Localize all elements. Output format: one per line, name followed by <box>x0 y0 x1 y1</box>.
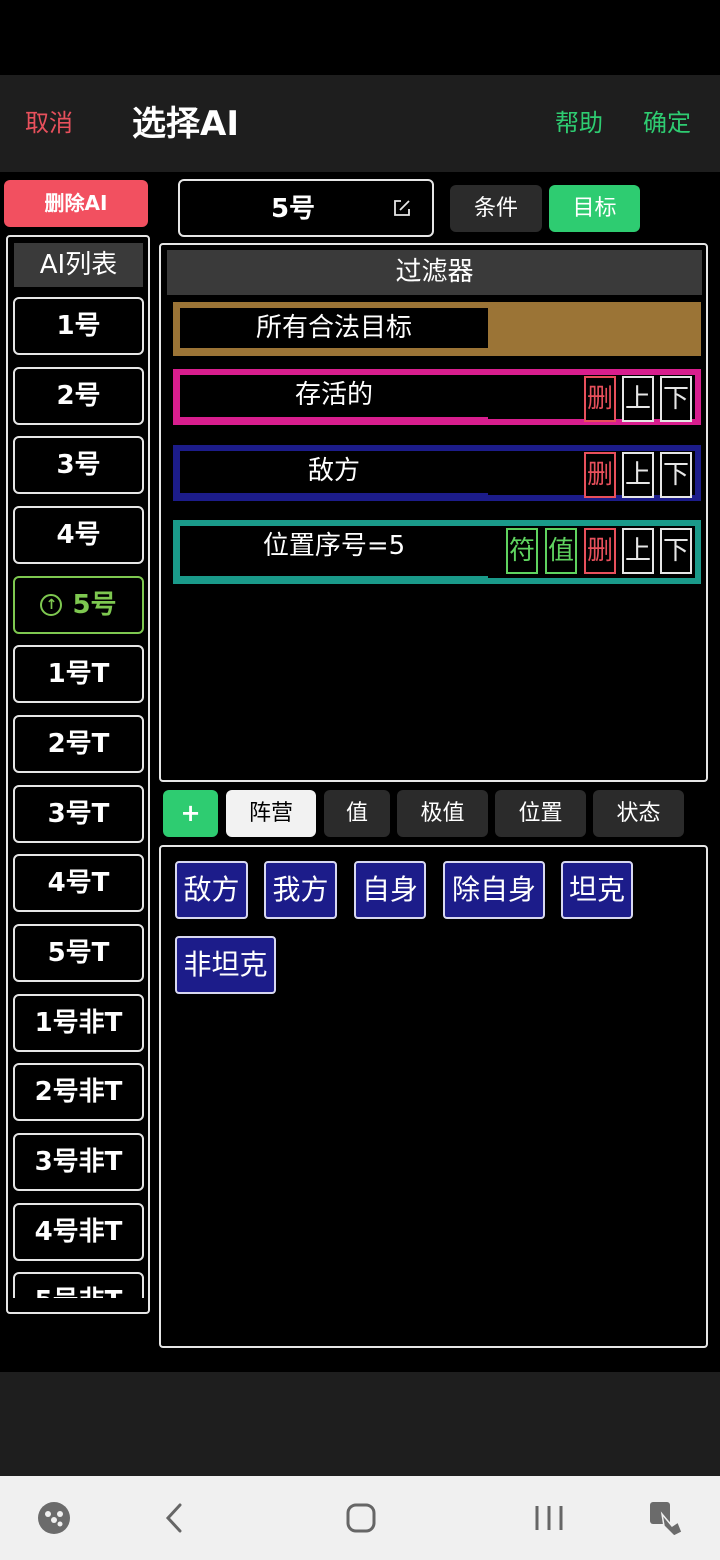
ai-list-item[interactable]: 5号非T <box>13 1272 144 1298</box>
help-button[interactable]: 帮助 <box>555 108 603 138</box>
move-up-button[interactable]: 上 <box>622 528 654 574</box>
arrow-up-circle-icon: ↑ <box>40 594 63 616</box>
ai-list-item-label: 5号 <box>72 590 117 620</box>
filter-panel: 过滤器 所有合法目标 存活的 删 上 下 敌方 删 上 下 位置序号=5 符 值… <box>159 243 708 782</box>
ai-list-item[interactable]: 1号 <box>13 297 144 355</box>
confirm-button[interactable]: 确定 <box>643 108 691 138</box>
add-filter-button[interactable]: + <box>163 790 218 837</box>
options-panel: 敌方 我方 自身 除自身 坦克 非坦克 <box>159 845 708 1348</box>
move-down-button[interactable]: 下 <box>660 528 692 574</box>
ai-list-item[interactable]: 2号 <box>13 367 144 425</box>
option-tank[interactable]: 坦克 <box>561 861 633 919</box>
filter-row-label: 敌方 <box>180 451 488 493</box>
option-enemy[interactable]: 敌方 <box>175 861 248 919</box>
ai-list-title: AI列表 <box>14 243 143 287</box>
home-icon[interactable] <box>337 1476 385 1560</box>
page-title: 选择AI <box>132 104 239 144</box>
filter-row[interactable]: 存活的 删 上 下 <box>173 369 701 425</box>
recent-apps-icon[interactable] <box>525 1476 573 1560</box>
filter-row-label: 存活的 <box>180 375 488 417</box>
ai-name-value: 5号 <box>270 194 316 224</box>
ai-list-item[interactable]: 3号 <box>13 436 144 494</box>
system-nav-bar <box>0 1476 720 1560</box>
move-down-button[interactable]: 下 <box>660 376 692 422</box>
ai-list-item[interactable]: 1号T <box>13 645 144 703</box>
option-self[interactable]: 自身 <box>354 861 426 919</box>
ai-list-item[interactable]: 3号T <box>13 785 144 843</box>
filter-title: 过滤器 <box>167 250 702 295</box>
ai-list-item-selected[interactable]: ↑ 5号 <box>13 576 144 634</box>
filter-row-label: 所有合法目标 <box>180 308 488 348</box>
ai-list-item[interactable]: 4号 <box>13 506 144 564</box>
option-non-tank[interactable]: 非坦克 <box>175 936 276 994</box>
tab-extreme-value[interactable]: 极值 <box>397 790 488 837</box>
bottom-strip <box>0 1372 720 1476</box>
delete-ai-button[interactable]: 删除AI <box>4 180 148 227</box>
tab-position[interactable]: 位置 <box>495 790 586 837</box>
delete-button[interactable]: 删 <box>584 528 616 574</box>
operator-button[interactable]: 符 <box>506 528 538 574</box>
ai-list-item[interactable]: 5号T <box>13 924 144 982</box>
ai-list-item[interactable]: 1号非T <box>13 994 144 1052</box>
ai-list-item[interactable]: 4号非T <box>13 1203 144 1261</box>
ai-list-item[interactable]: 3号非T <box>13 1133 144 1191</box>
move-down-button[interactable]: 下 <box>660 452 692 498</box>
touch-assist-icon[interactable] <box>642 1476 690 1560</box>
game-launcher-icon[interactable] <box>30 1476 78 1560</box>
delete-button[interactable]: 删 <box>584 452 616 498</box>
tab-status[interactable]: 状态 <box>593 790 684 837</box>
ai-list-item[interactable]: 2号非T <box>13 1063 144 1121</box>
filter-row[interactable]: 敌方 删 上 下 <box>173 445 701 501</box>
move-up-button[interactable]: 上 <box>622 376 654 422</box>
ai-list-item[interactable]: 4号T <box>13 854 144 912</box>
value-button[interactable]: 值 <box>545 528 577 574</box>
cancel-button[interactable]: 取消 <box>25 108 73 138</box>
move-up-button[interactable]: 上 <box>622 452 654 498</box>
tab-value[interactable]: 值 <box>324 790 390 837</box>
filter-row[interactable]: 所有合法目标 <box>173 302 701 356</box>
edit-icon[interactable] <box>392 198 412 218</box>
filter-row[interactable]: 位置序号=5 符 值 删 上 下 <box>173 520 701 584</box>
back-icon[interactable] <box>150 1476 198 1560</box>
delete-button[interactable]: 删 <box>584 376 616 422</box>
ai-list-panel: AI列表 1号 2号 3号 4号 ↑ 5号 1号T 2号T 3号T 4号T 5号T… <box>6 235 150 1314</box>
tab-target[interactable]: 目标 <box>549 185 640 232</box>
tab-condition[interactable]: 条件 <box>450 185 542 232</box>
option-except-self[interactable]: 除自身 <box>443 861 545 919</box>
ai-list-item[interactable]: 2号T <box>13 715 144 773</box>
ai-list-scroll[interactable]: AI列表 1号 2号 3号 4号 ↑ 5号 1号T 2号T 3号T 4号T 5号T… <box>8 237 148 1298</box>
filter-row-label: 位置序号=5 <box>180 526 488 576</box>
tab-faction[interactable]: 阵营 <box>226 790 316 837</box>
ai-name-field[interactable]: 5号 <box>178 179 434 237</box>
option-ally[interactable]: 我方 <box>264 861 337 919</box>
top-bar: 取消 选择AI 帮助 确定 <box>0 75 720 172</box>
